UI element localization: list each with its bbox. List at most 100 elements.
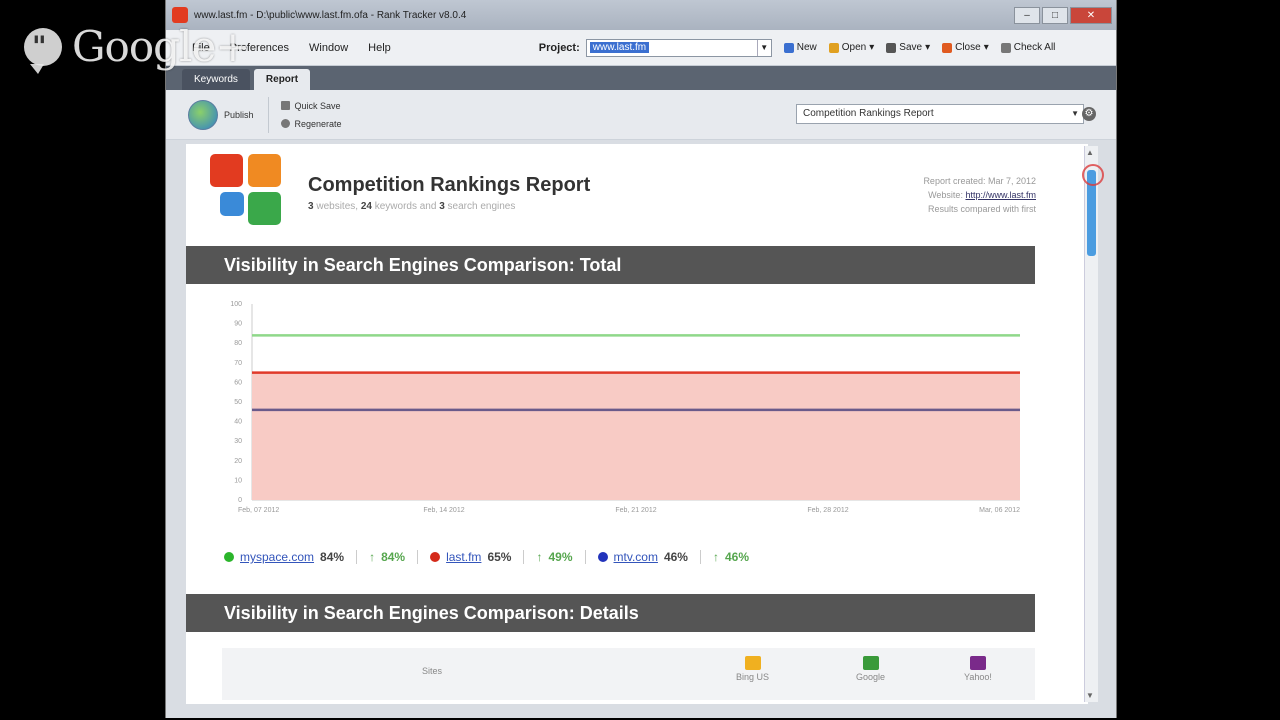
keywords-count: 24: [360, 201, 372, 212]
quick-save-button[interactable]: Quick Save: [280, 100, 342, 111]
regenerate-button[interactable]: Regenerate: [280, 119, 342, 129]
logo-tile-green: [248, 192, 281, 225]
maximize-button[interactable]: □: [1042, 6, 1068, 24]
open-button[interactable]: Open ▾: [828, 42, 874, 53]
folder-icon: [828, 42, 839, 53]
x-tick-label: Feb, 14 2012: [423, 507, 464, 514]
legend-link-myspace[interactable]: myspace.com: [240, 550, 314, 564]
legend-value-mtv: 46%: [663, 550, 688, 564]
window-title: www.last.fm - D:\public\www.last.fm.ofa …: [194, 9, 467, 21]
website-link[interactable]: http://www.last.fm: [965, 190, 1036, 200]
column-yahoo-label: Yahoo!: [964, 672, 992, 682]
menu-window[interactable]: Window: [309, 42, 348, 54]
legend-value-lastfm: 65%: [487, 550, 512, 564]
arrow-up-icon: ↑: [712, 550, 719, 564]
save-button[interactable]: Save ▾: [886, 42, 930, 53]
globe-icon: [188, 99, 218, 130]
x-tick-label: Feb, 28 2012: [807, 507, 848, 514]
publish-button[interactable]: Publish: [188, 99, 254, 130]
check-icon: [1000, 42, 1011, 53]
y-tick-label: 30: [234, 438, 242, 445]
chevron-down-icon[interactable]: ▼: [1071, 105, 1079, 123]
y-tick-label: 70: [234, 360, 242, 367]
close-button[interactable]: ✕: [1070, 6, 1112, 24]
report-title: Competition Rankings Report: [308, 174, 591, 196]
y-tick-label: 100: [230, 301, 242, 308]
google-plus-overlay: " Google+: [24, 22, 250, 74]
vertical-scrollbar[interactable]: ▲ ▼: [1084, 146, 1098, 702]
window-titlebar: www.last.fm - D:\public\www.last.fm.ofa …: [166, 0, 1116, 30]
y-tick-label: 90: [234, 321, 242, 328]
menu-bar: File Preferences Window Help Project: ww…: [166, 30, 1116, 66]
google-icon: [862, 656, 879, 670]
menu-help[interactable]: Help: [368, 42, 391, 54]
new-button[interactable]: New: [783, 42, 817, 53]
scroll-down-icon[interactable]: ▼: [1086, 691, 1094, 700]
quick-save-label: Quick Save: [294, 100, 341, 111]
y-tick-label: 20: [234, 458, 242, 465]
app-icon: [172, 7, 188, 23]
check-all-label: Check All: [1013, 42, 1056, 53]
legend-dot-mtv: [597, 552, 608, 562]
arrow-up-icon: ↑: [536, 550, 543, 564]
legend-divider: [584, 550, 586, 564]
rank-tracker-window: www.last.fm - D:\public\www.last.fm.ofa …: [165, 0, 1117, 718]
tab-keywords[interactable]: Keywords: [182, 69, 250, 90]
column-google-label: Google: [856, 672, 886, 682]
y-tick-label: 40: [234, 419, 242, 426]
gear-icon[interactable]: ⚙: [1082, 107, 1096, 121]
x-tick-label: Feb, 21 2012: [615, 507, 656, 514]
logo-tile-blue: [220, 192, 244, 216]
publish-label: Publish: [224, 109, 254, 120]
floppy-icon: [886, 42, 897, 53]
report-website: Website: http://www.last.fm: [923, 188, 1036, 202]
website-label: Website:: [928, 190, 963, 200]
x-tick-label: Feb, 07 2012: [238, 507, 279, 514]
logo-tile-red: [210, 154, 243, 187]
y-tick-label: 0: [238, 497, 242, 504]
legend-link-lastfm[interactable]: last.fm: [446, 550, 481, 564]
refresh-icon: [280, 119, 290, 128]
websites-label: websites,: [316, 201, 359, 212]
new-icon: [783, 42, 794, 53]
legend-link-mtv[interactable]: mtv.com: [614, 550, 658, 564]
engines-label: search engines: [447, 201, 516, 212]
y-tick-label: 60: [234, 379, 242, 386]
visibility-chart: 0 10 20 30 40 50 60 70 80 90 100 Feb, 07 2012 Feb, 1…: [230, 301, 1020, 514]
websites-count: 3: [308, 201, 314, 212]
legend-dot-myspace: [224, 552, 234, 562]
close-project-button[interactable]: Close ▾: [942, 42, 989, 53]
chevron-down-icon[interactable]: ▼: [756, 39, 771, 56]
legend-divider: [417, 550, 419, 564]
chart-legend: myspace.com 84% ↑ 84% last.fm 65% ↑ 49% …: [224, 550, 749, 564]
report-subtitle: 3 websites, 24 keywords and 3 search eng…: [308, 201, 515, 212]
minimize-button[interactable]: –: [1014, 6, 1040, 24]
legend-change-mtv: 46%: [724, 550, 750, 564]
save-label: Save: [899, 42, 923, 53]
legend-change-myspace: 84%: [381, 550, 406, 564]
column-yahoo: Yahoo!: [964, 656, 992, 682]
tab-report[interactable]: Report: [253, 69, 311, 90]
column-google: Google: [856, 656, 885, 682]
close-icon: [942, 42, 953, 53]
new-label: New: [796, 42, 817, 53]
details-table-header: Sites Bing US Google Yahoo!: [222, 648, 1035, 700]
section-heading-total: Visibility in Search Engines Comparison:…: [186, 246, 1035, 284]
column-sites: Sites: [422, 666, 443, 676]
report-meta: Report created: Mar 7, 2012 Website: htt…: [923, 174, 1036, 216]
report-type-select[interactable]: Competition Rankings Report ▼: [796, 104, 1084, 124]
legend-change-lastfm: 49%: [548, 550, 573, 564]
project-select[interactable]: www.last.fm ▼: [585, 38, 772, 57]
column-bing: Bing US: [736, 656, 769, 682]
report-content: Competition Rankings Report 3 websites, …: [186, 144, 1088, 704]
hangouts-icon: ": [24, 27, 62, 74]
check-all-button[interactable]: Check All: [1000, 42, 1056, 53]
cursor-highlight: [1082, 164, 1104, 186]
project-label: Project:: [538, 41, 580, 54]
y-tick-label: 10: [234, 477, 242, 484]
open-label: Open: [841, 42, 867, 53]
scroll-up-icon[interactable]: ▲: [1086, 148, 1094, 157]
google-plus-logo: Google+: [72, 22, 250, 71]
screen-capture: " Google+ www.last.fm - D:\public\www.la…: [0, 0, 1280, 720]
app-logo: [210, 154, 284, 228]
